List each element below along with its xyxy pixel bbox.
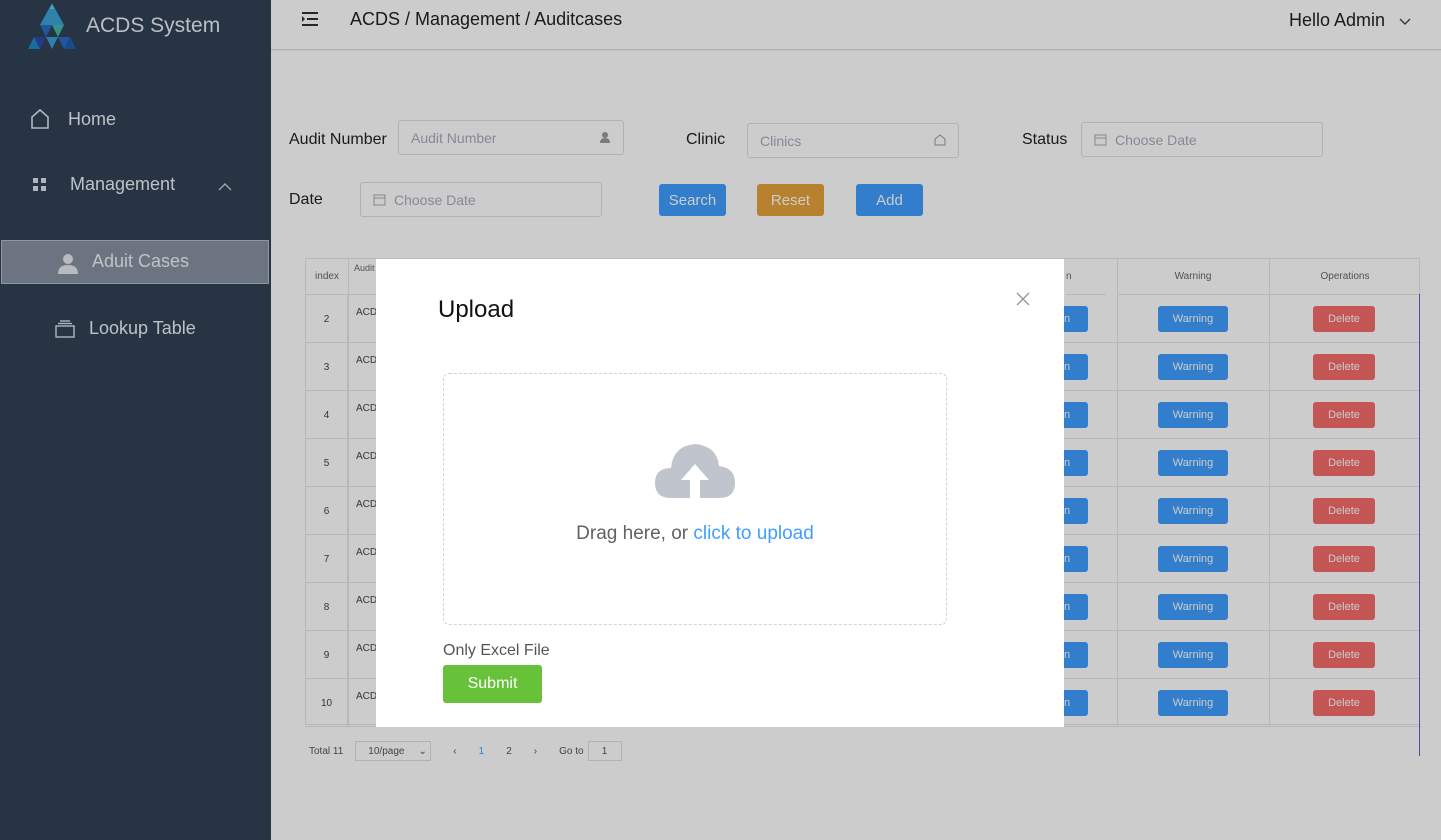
dropzone-text: Drag here, or click to upload — [576, 523, 814, 544]
dialog-title: Upload — [438, 296, 515, 323]
upload-dropzone[interactable]: Drag here, or click to upload — [443, 373, 947, 625]
submit-button[interactable]: Submit — [443, 665, 542, 703]
click-to-upload-link[interactable]: click to upload — [693, 523, 813, 544]
cloud-upload-icon — [653, 436, 737, 505]
upload-dialog: Upload Drag here, or click to upload Onl… — [376, 259, 1064, 727]
close-icon[interactable] — [1016, 292, 1030, 311]
upload-tip: Only Excel File — [443, 642, 550, 659]
